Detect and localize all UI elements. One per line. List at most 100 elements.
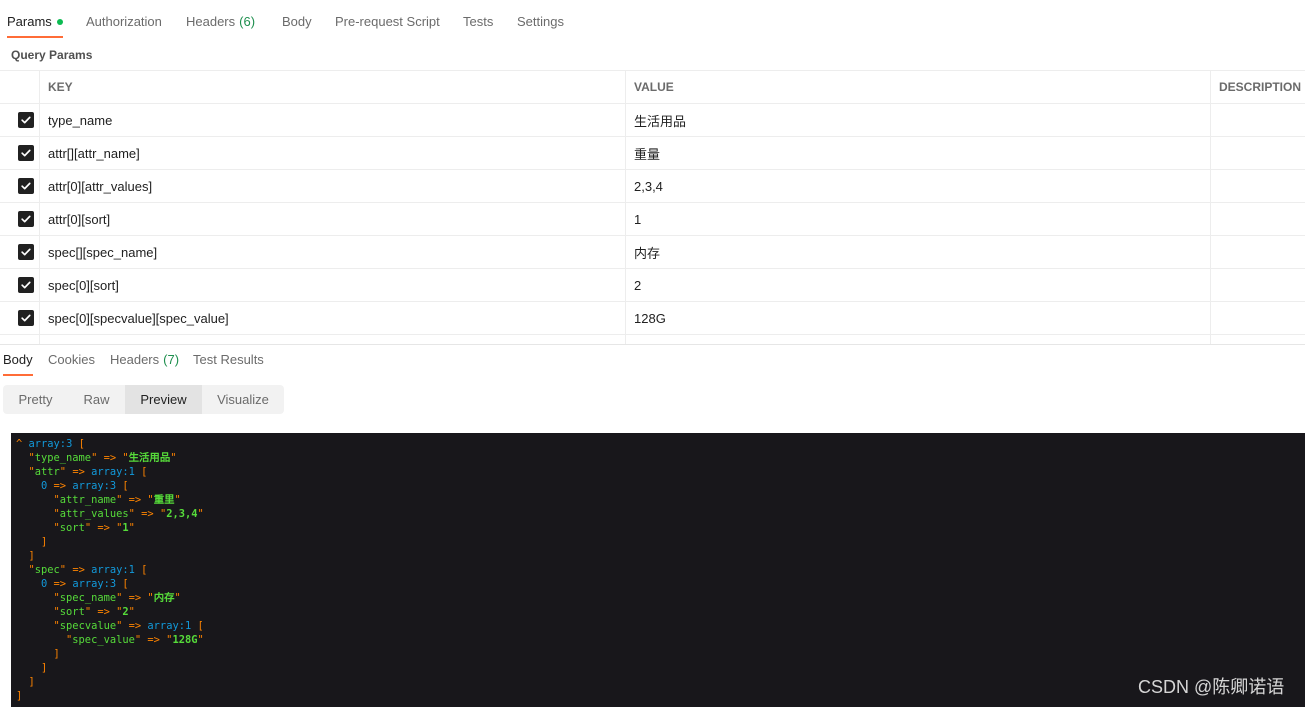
description-cell[interactable] (1211, 335, 1305, 344)
dump-caret[interactable]: ^ (16, 438, 22, 450)
table-row: spec[0][specvalue][spec_value] 128G (0, 302, 1305, 335)
key-cell[interactable]: type_name (40, 104, 626, 136)
dump-output: ^ array:3 ["type_name" => "生活用品" "attr" =… (16, 437, 1300, 703)
key-cell[interactable]: spec[0][sort] (40, 269, 626, 301)
value-cell[interactable]: 2 (626, 269, 1211, 301)
param-value: 2,3,4 (634, 178, 663, 194)
value-cell[interactable]: 生活用品 (626, 104, 1211, 136)
key-cell[interactable]: spec[0][specvalue][spec_value] (40, 302, 626, 334)
tab-label: Authorization (86, 14, 162, 29)
value-cell[interactable]: 128G (626, 302, 1211, 334)
view-mode-pretty[interactable]: Pretty (3, 385, 68, 414)
value-cell[interactable] (626, 335, 1211, 344)
description-cell[interactable] (1211, 137, 1305, 169)
row-checkbox[interactable] (18, 178, 34, 194)
enable-cell (0, 269, 40, 301)
table-row: spec[][spec_name] 内存 (0, 236, 1305, 269)
dump-quote: " (174, 494, 181, 506)
view-mode-preview[interactable]: Preview (125, 385, 202, 414)
response-preview-pane[interactable]: ^ array:3 ["type_name" => "生活用品" "attr" =… (11, 433, 1305, 707)
key-cell[interactable]: attr[0][attr_values] (40, 170, 626, 202)
param-value: 128G (634, 310, 666, 326)
dump-entry: "sort" => "2" (16, 605, 1300, 619)
dump-array-note[interactable]: array:3 (72, 480, 116, 492)
dump-close: ] (16, 661, 1300, 675)
dump-key: attr_name (59, 494, 117, 506)
table-row: attr[0][attr_values] 2,3,4 (0, 170, 1305, 203)
tab-label: Headers (110, 352, 160, 367)
dump-array-note[interactable]: array:3 (72, 578, 116, 590)
tab-cookies[interactable]: Cookies (48, 352, 95, 376)
dump-root: ^ array:3 [ (16, 437, 1300, 451)
dump-entry: 0 => array:3 [ (16, 479, 1300, 493)
dump-array-note[interactable]: array:3 (29, 438, 73, 450)
value-cell[interactable]: 重量 (626, 137, 1211, 169)
view-mode-raw[interactable]: Raw (68, 385, 125, 414)
query-params-title: Query Params (11, 48, 93, 62)
dump-quote: " (128, 606, 135, 618)
checkmark-icon (21, 248, 31, 256)
row-checkbox[interactable] (18, 244, 34, 260)
tab-params[interactable]: Params (7, 14, 63, 38)
dump-close: ] (16, 535, 1300, 549)
tab-label: Body (282, 14, 312, 29)
dump-array-note[interactable]: array:1 (147, 620, 191, 632)
new-param-row (0, 335, 1305, 344)
tab-body[interactable]: Body (282, 14, 312, 38)
dump-array-note[interactable]: array:1 (91, 564, 135, 576)
tab-pre-request-script[interactable]: Pre-request Script (335, 14, 440, 38)
param-key: spec[0][sort] (48, 277, 119, 293)
enable-cell (0, 104, 40, 136)
tab-response-headers[interactable]: Headers (7) (110, 352, 179, 376)
dump-quote: " (128, 522, 135, 534)
column-header-description: DESCRIPTION (1219, 80, 1302, 94)
value-cell[interactable]: 2,3,4 (626, 170, 1211, 202)
description-cell[interactable] (1211, 236, 1305, 268)
tab-label: Params (7, 14, 52, 29)
key-cell[interactable]: attr[0][sort] (40, 203, 626, 235)
enable-cell (0, 335, 40, 344)
checkmark-icon (21, 215, 31, 223)
tab-tests[interactable]: Tests (463, 14, 493, 38)
row-checkbox[interactable] (18, 112, 34, 128)
tab-label: Settings (517, 14, 564, 29)
description-cell[interactable] (1211, 269, 1305, 301)
dump-entry: "type_name" => "生活用品" (16, 451, 1300, 465)
dump-arrow: => (103, 452, 117, 464)
param-value: 内存 (634, 245, 661, 261)
enable-cell (0, 236, 40, 268)
key-cell[interactable]: spec[][spec_name] (40, 236, 626, 268)
pane-divider[interactable] (0, 344, 1305, 345)
tab-settings[interactable]: Settings (517, 14, 564, 38)
description-cell[interactable] (1211, 302, 1305, 334)
value-cell[interactable]: 1 (626, 203, 1211, 235)
dump-key: sort (59, 522, 85, 534)
tab-headers[interactable]: Headers (6) (186, 14, 255, 38)
dump-array-note[interactable]: array:1 (91, 466, 135, 478)
dump-close-bracket: ] (28, 550, 35, 562)
key-cell[interactable]: attr[][attr_name] (40, 137, 626, 169)
enable-cell (0, 137, 40, 169)
row-checkbox[interactable] (18, 145, 34, 161)
description-cell[interactable] (1211, 104, 1305, 136)
dump-quote: " (170, 452, 177, 464)
dump-quote: " (197, 508, 204, 520)
value-cell[interactable]: 内存 (626, 236, 1211, 268)
dump-quote: " (116, 494, 123, 506)
row-checkbox[interactable] (18, 211, 34, 227)
dump-index: 0 (41, 578, 48, 590)
headers-count: (6) (239, 14, 256, 29)
table-row: type_name 生活用品 (0, 104, 1305, 137)
key-cell[interactable] (40, 335, 626, 344)
view-mode-visualize[interactable]: Visualize (202, 385, 284, 414)
enable-cell (0, 203, 40, 235)
tab-authorization[interactable]: Authorization (86, 14, 162, 38)
description-cell[interactable] (1211, 203, 1305, 235)
row-checkbox[interactable] (18, 310, 34, 326)
description-cell[interactable] (1211, 170, 1305, 202)
tab-test-results[interactable]: Test Results (193, 352, 264, 376)
tab-response-body[interactable]: Body (3, 352, 33, 376)
param-value: 重量 (634, 146, 661, 162)
dump-open-bracket: [ (197, 620, 204, 632)
row-checkbox[interactable] (18, 277, 34, 293)
